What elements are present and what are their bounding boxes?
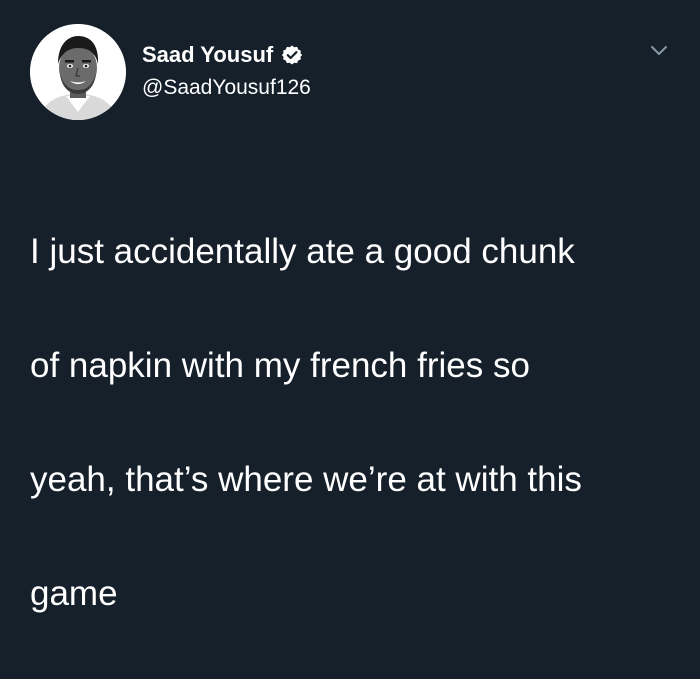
- tweet-text-line: yeah, that’s where we’re at with this: [30, 460, 582, 499]
- tweet-card: Saad Yousuf @SaadYousuf126 I just accide…: [0, 0, 700, 613]
- author-handle[interactable]: @SaadYousuf126: [142, 76, 311, 100]
- avatar-illustration: [30, 24, 126, 120]
- chevron-down-icon[interactable]: [646, 40, 672, 60]
- display-name[interactable]: Saad Yousuf: [142, 42, 273, 68]
- author-name-row[interactable]: Saad Yousuf: [142, 42, 303, 68]
- verified-badge-icon: [281, 44, 303, 66]
- avatar[interactable]: [30, 24, 126, 120]
- tweet-text-line: game: [30, 574, 118, 613]
- tweet-text-line: I just accidentally ate a good chunk: [30, 232, 575, 271]
- tweet-text-line: of napkin with my french fries so: [30, 346, 530, 385]
